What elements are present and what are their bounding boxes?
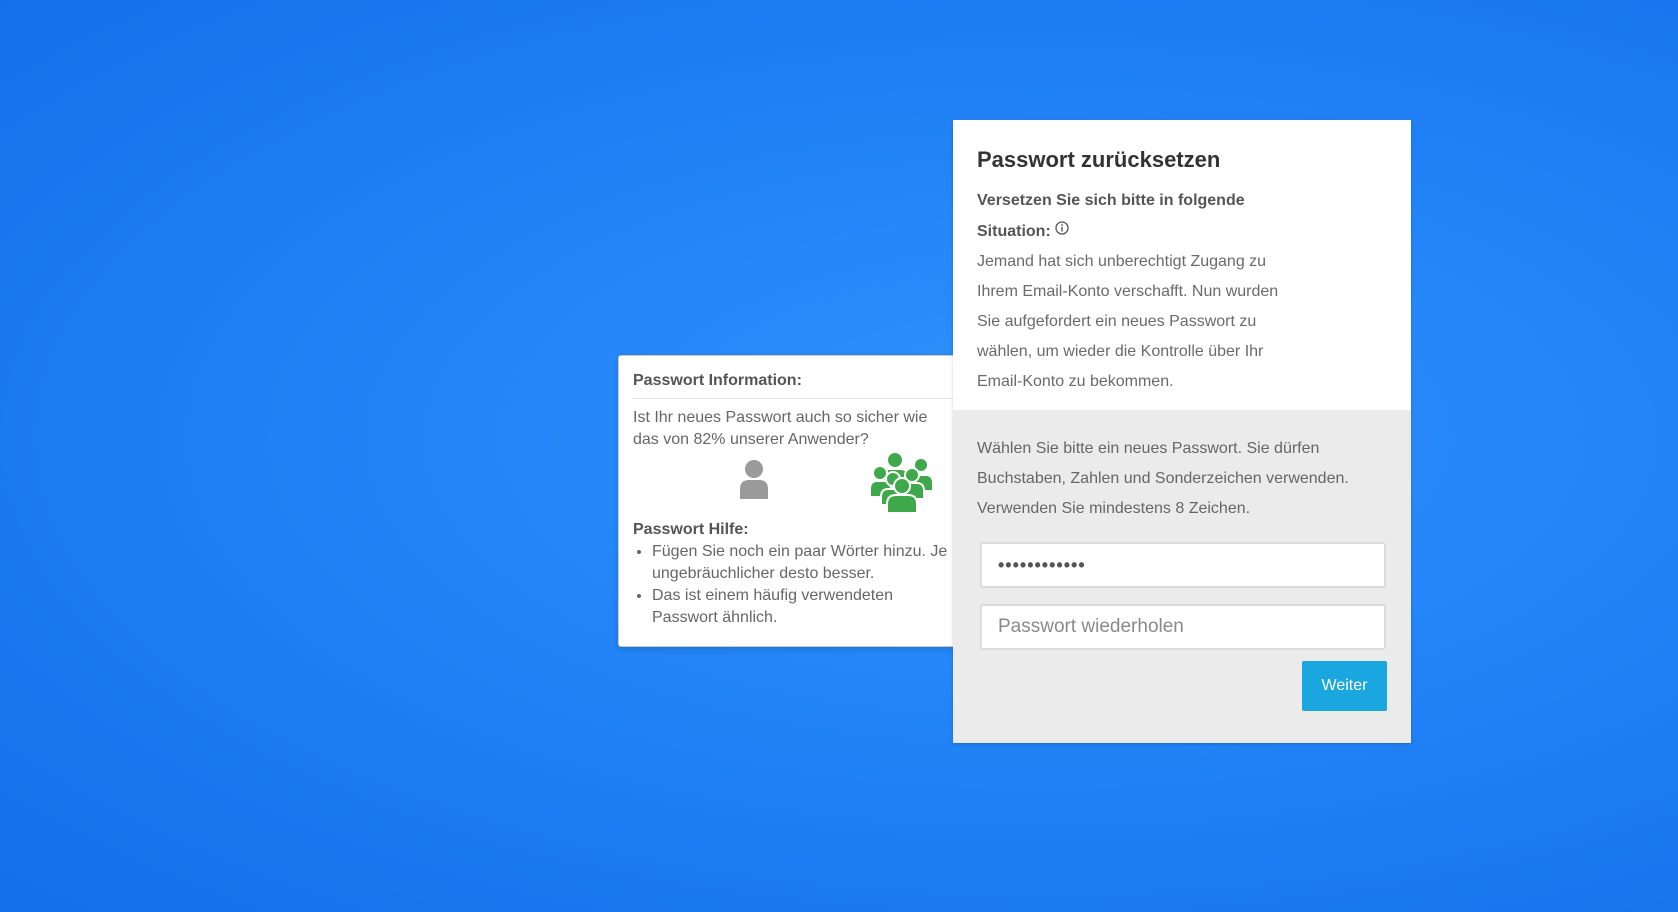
page-title: Passwort zurücksetzen <box>977 147 1221 172</box>
situation-heading: Versetzen Sie sich bitte in folgende Sit… <box>977 186 1287 247</box>
help-list: Fügen Sie noch ein paar Wörter hinzu. Je… <box>633 541 953 629</box>
single-user-icon <box>738 459 770 499</box>
reset-password-card: Passwort zurücksetzen Versetzen Sie sich… <box>953 120 1411 743</box>
comparison-icons <box>633 451 953 515</box>
situation-heading-text: Versetzen Sie sich bitte in folgende Sit… <box>977 192 1245 240</box>
situation-block: Versetzen Sie sich bitte in folgende Sit… <box>977 186 1287 397</box>
continue-button[interactable]: Weiter <box>1302 661 1387 711</box>
situation-text: Jemand hat sich unberechtigt Zugang zu I… <box>977 253 1279 390</box>
user-group-icon <box>869 451 935 514</box>
password-info-popover: Passwort Information: Ist Ihr neues Pass… <box>618 355 968 647</box>
repeat-password-input[interactable] <box>980 604 1386 650</box>
popover-question: Ist Ihr neues Passwort auch so sicher wi… <box>633 409 928 448</box>
password-form: Wählen Sie bitte ein neues Passwort. Sie… <box>953 410 1411 743</box>
help-title: Passwort Hilfe: <box>633 521 749 538</box>
help-item: Fügen Sie noch ein paar Wörter hinzu. Je… <box>652 541 953 585</box>
info-icon[interactable] <box>1055 216 1069 235</box>
situation-panel: Passwort zurücksetzen Versetzen Sie sich… <box>953 120 1411 410</box>
new-password-input[interactable] <box>980 542 1386 588</box>
popover-title: Passwort Information: <box>633 372 953 399</box>
instruction-text: Wählen Sie bitte ein neues Passwort. Sie… <box>977 440 1349 517</box>
help-item: Das ist einem häufig verwendeten Passwor… <box>652 585 953 629</box>
